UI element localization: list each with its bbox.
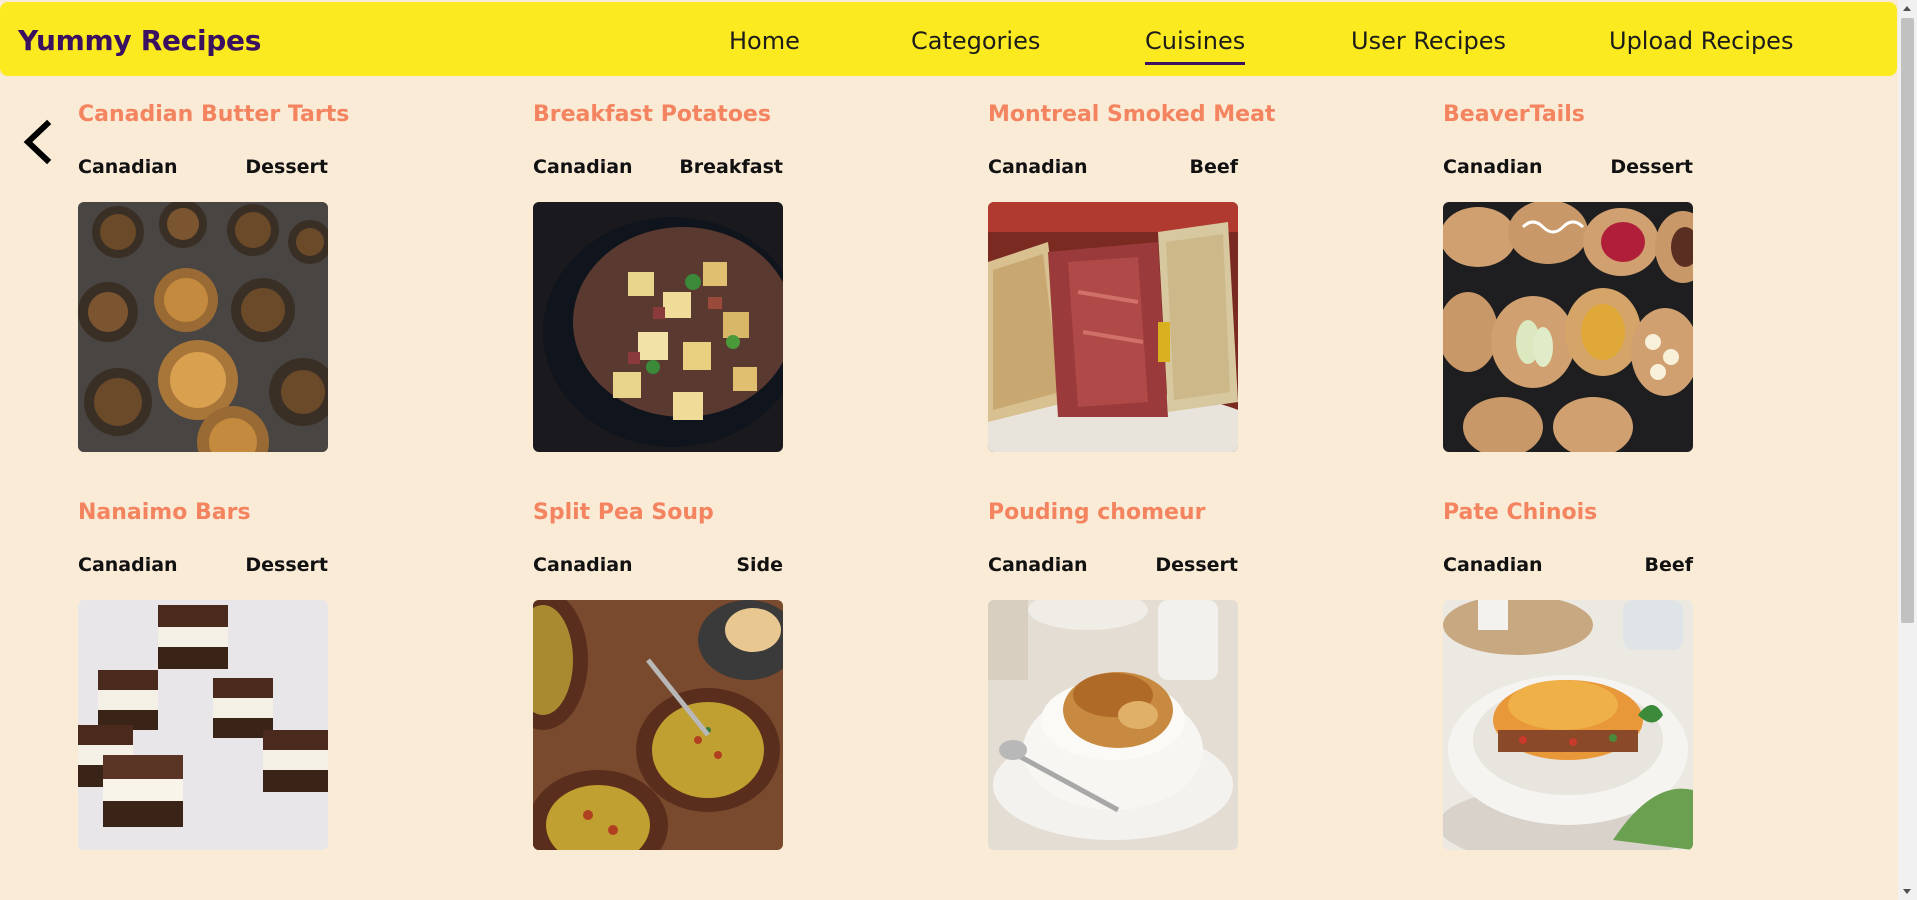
recipe-area: Canadian: [1443, 156, 1543, 178]
recipe-title[interactable]: Pouding chomeur: [988, 500, 1205, 525]
recipe-title[interactable]: Montreal Smoked Meat: [988, 102, 1275, 127]
recipe-title[interactable]: Split Pea Soup: [533, 500, 714, 525]
recipe-area: Canadian: [78, 554, 178, 576]
recipe-image[interactable]: [988, 600, 1238, 850]
recipe-card: Nanaimo Bars Canadian Dessert: [78, 500, 330, 860]
vertical-scrollbar[interactable]: [1898, 0, 1917, 900]
recipe-title[interactable]: Nanaimo Bars: [78, 500, 251, 525]
recipe-title[interactable]: BeaverTails: [1443, 102, 1585, 127]
recipe-title[interactable]: Pate Chinois: [1443, 500, 1597, 525]
recipe-card: BeaverTails Canadian Dessert: [1443, 102, 1695, 462]
recipe-category: Side: [736, 554, 783, 576]
chevron-left-icon: [23, 119, 52, 165]
recipe-category: Dessert: [245, 554, 328, 576]
recipe-card: Pouding chomeur Canadian Dessert: [988, 500, 1240, 860]
recipe-category: Dessert: [1610, 156, 1693, 178]
recipe-image[interactable]: [1443, 202, 1693, 452]
back-button[interactable]: [20, 118, 56, 168]
nav-categories[interactable]: Categories: [911, 27, 1040, 55]
recipe-title[interactable]: Breakfast Potatoes: [533, 102, 771, 127]
recipe-card: Breakfast Potatoes Canadian Breakfast: [533, 102, 785, 462]
nav-user-recipes[interactable]: User Recipes: [1351, 27, 1506, 55]
recipe-area: Canadian: [533, 554, 633, 576]
recipe-category: Breakfast: [679, 156, 783, 178]
recipe-image[interactable]: [78, 202, 328, 452]
recipe-image[interactable]: [533, 600, 783, 850]
brand-logo[interactable]: Yummy Recipes: [18, 24, 261, 57]
recipe-card: Pate Chinois Canadian Beef: [1443, 500, 1695, 860]
recipe-area: Canadian: [1443, 554, 1543, 576]
recipe-title[interactable]: Canadian Butter Tarts: [78, 102, 349, 127]
nav-cuisines[interactable]: Cuisines: [1145, 27, 1246, 65]
nav-upload-recipes[interactable]: Upload Recipes: [1609, 27, 1793, 55]
recipes-page: Yummy Recipes Home Categories Cuisines U…: [0, 0, 1917, 900]
recipe-card: Split Pea Soup Canadian Side: [533, 500, 785, 860]
nav-home[interactable]: Home: [729, 27, 800, 55]
recipe-category: Beef: [1189, 156, 1238, 178]
recipe-area: Canadian: [78, 156, 178, 178]
top-navbar: Yummy Recipes Home Categories Cuisines U…: [0, 2, 1897, 76]
recipe-card: Canadian Butter Tarts Canadian Dessert: [78, 102, 349, 462]
scroll-up-arrow-icon[interactable]: [1903, 6, 1911, 11]
recipe-category: Dessert: [245, 156, 328, 178]
recipe-category: Dessert: [1155, 554, 1238, 576]
scrollbar-thumb[interactable]: [1901, 18, 1914, 623]
recipe-image[interactable]: [533, 202, 783, 452]
recipe-image[interactable]: [988, 202, 1238, 452]
recipe-area: Canadian: [533, 156, 633, 178]
recipe-area: Canadian: [988, 156, 1088, 178]
scroll-down-arrow-icon[interactable]: [1903, 889, 1911, 894]
recipe-area: Canadian: [988, 554, 1088, 576]
recipe-image[interactable]: [78, 600, 328, 850]
recipe-category: Beef: [1644, 554, 1693, 576]
recipe-card: Montreal Smoked Meat Canadian Beef: [988, 102, 1275, 462]
recipe-image[interactable]: [1443, 600, 1693, 850]
